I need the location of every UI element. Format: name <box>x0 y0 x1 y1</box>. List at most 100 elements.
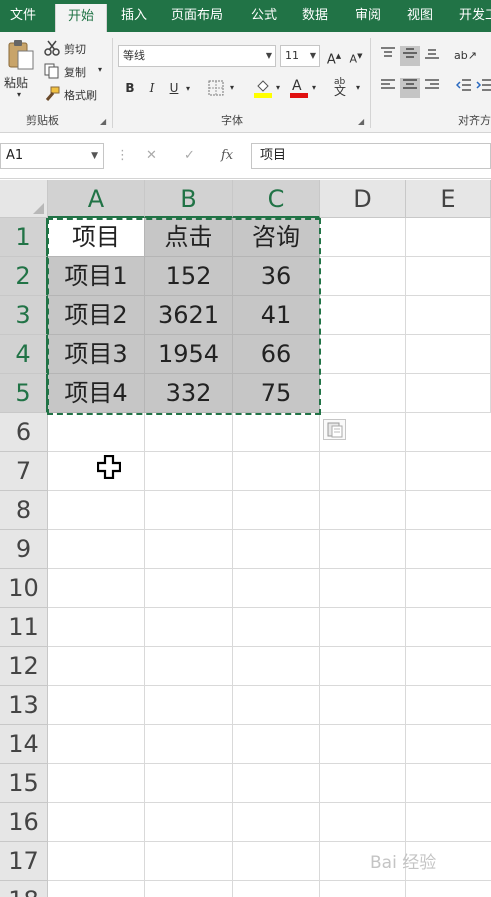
tab-page-layout[interactable]: 页面布局 <box>171 0 223 32</box>
underline-dropdown-icon[interactable]: ▾ <box>186 84 190 93</box>
row-header-16[interactable]: 16 <box>0 803 48 842</box>
cell-d4[interactable] <box>320 335 406 374</box>
cell-a1[interactable]: 项目 <box>48 218 145 257</box>
phonetic-button[interactable]: ab 文 ▾ <box>334 78 366 100</box>
row-header-5[interactable]: 5 <box>0 374 48 413</box>
paste-button[interactable]: 粘贴 ▾ <box>4 40 38 102</box>
copy-icon <box>44 63 59 79</box>
cell-e1[interactable] <box>406 218 491 257</box>
row-header-17[interactable]: 17 <box>0 842 48 881</box>
italic-button[interactable]: I <box>142 78 162 98</box>
cell-b4[interactable]: 1954 <box>145 335 233 374</box>
tab-data[interactable]: 数据 <box>302 0 328 32</box>
chevron-down-icon: ▾ <box>276 83 281 92</box>
cell-d2[interactable] <box>320 257 406 296</box>
row-header-2[interactable]: 2 <box>0 257 48 296</box>
row-header-1[interactable]: 1 <box>0 218 48 257</box>
row-header-3[interactable]: 3 <box>0 296 48 335</box>
cell-e4[interactable] <box>406 335 491 374</box>
cell-a2[interactable]: 项目1 <box>48 257 145 296</box>
insert-function-icon[interactable]: fx <box>221 143 233 169</box>
row-header-4[interactable]: 4 <box>0 335 48 374</box>
cell-a3[interactable]: 项目2 <box>48 296 145 335</box>
copy-button[interactable]: 复制 ▾ <box>44 63 106 81</box>
row-header-10[interactable]: 10 <box>0 569 48 608</box>
font-color-button[interactable]: A ▾ <box>290 78 322 100</box>
cell-b5[interactable]: 332 <box>145 374 233 413</box>
align-middle-icon[interactable] <box>400 46 420 66</box>
align-left-icon[interactable] <box>378 78 398 98</box>
align-bottom-icon[interactable] <box>422 46 442 66</box>
tab-file[interactable]: 文件 <box>10 0 36 32</box>
clipboard-launcher-icon[interactable]: ◢ <box>100 117 106 126</box>
fill-color-button[interactable]: ▾ <box>254 78 286 100</box>
font-size-select[interactable]: 11 ▼ <box>280 45 320 67</box>
cell-b2[interactable]: 152 <box>145 257 233 296</box>
increase-indent-icon[interactable] <box>474 78 491 98</box>
cell-c1[interactable]: 咨询 <box>233 218 320 257</box>
format-painter-button[interactable]: 格式刷 <box>44 86 106 104</box>
tab-home[interactable]: 开始 <box>55 4 107 32</box>
shrink-font-icon[interactable]: A▼ <box>346 46 366 66</box>
column-header-a[interactable]: A <box>48 180 145 218</box>
row-header-8[interactable]: 8 <box>0 491 48 530</box>
column-header-e[interactable]: E <box>406 180 491 218</box>
cancel-icon[interactable]: ✕ <box>146 143 157 169</box>
format-painter-label: 格式刷 <box>64 89 97 102</box>
tab-review[interactable]: 审阅 <box>355 0 381 32</box>
row-header-9[interactable]: 9 <box>0 530 48 569</box>
column-header-c[interactable]: C <box>233 180 320 218</box>
cell-c2[interactable]: 36 <box>233 257 320 296</box>
font-size-value: 11 <box>285 49 299 62</box>
decrease-indent-icon[interactable] <box>454 78 474 98</box>
cell-d3[interactable] <box>320 296 406 335</box>
tab-formulas[interactable]: 公式 <box>251 0 277 32</box>
cell-b1[interactable]: 点击 <box>145 218 233 257</box>
cell-c4[interactable]: 66 <box>233 335 320 374</box>
bold-button[interactable]: B <box>120 78 140 98</box>
name-box[interactable]: A1 ▼ <box>0 143 104 169</box>
cut-button[interactable]: 剪切 <box>44 40 94 58</box>
cell-e5[interactable] <box>406 374 491 413</box>
align-right-icon[interactable] <box>422 78 442 98</box>
row-header-6[interactable]: 6 <box>0 413 48 452</box>
cell-a5[interactable]: 项目4 <box>48 374 145 413</box>
empty-cells-area[interactable] <box>48 413 491 897</box>
cell-c5[interactable]: 75 <box>233 374 320 413</box>
row-header-13[interactable]: 13 <box>0 686 48 725</box>
grow-font-icon[interactable]: A▲ <box>324 46 344 67</box>
cell-e2[interactable] <box>406 257 491 296</box>
column-header-d[interactable]: D <box>320 180 406 218</box>
row-header-15[interactable]: 15 <box>0 764 48 803</box>
border-button[interactable]: ▾ <box>208 80 240 98</box>
row-header-18[interactable]: 18 <box>0 881 48 897</box>
font-color-icon: A <box>292 78 302 94</box>
cell-b3[interactable]: 3621 <box>145 296 233 335</box>
row-header-11[interactable]: 11 <box>0 608 48 647</box>
tab-view[interactable]: 视图 <box>407 0 433 32</box>
row-header-12[interactable]: 12 <box>0 647 48 686</box>
font-launcher-icon[interactable]: ◢ <box>358 117 364 126</box>
cell-a4[interactable]: 项目3 <box>48 335 145 374</box>
enter-check-icon[interactable]: ✓ <box>184 143 195 169</box>
column-header-b[interactable]: B <box>145 180 233 218</box>
orientation-icon[interactable]: ab↗ <box>454 46 477 66</box>
select-all-button[interactable] <box>0 180 48 218</box>
cell-d5[interactable] <box>320 374 406 413</box>
tab-developer[interactable]: 开发工 <box>459 0 491 32</box>
font-name-select[interactable]: 等线 ▼ <box>118 45 276 67</box>
tab-insert[interactable]: 插入 <box>121 0 147 32</box>
row-header-14[interactable]: 14 <box>0 725 48 764</box>
align-top-icon[interactable] <box>378 46 398 66</box>
worksheet-grid[interactable]: A B C D E 1 2 3 4 5 6 7 8 9 10 11 12 13 … <box>0 180 491 897</box>
align-center-icon[interactable] <box>400 78 420 98</box>
paste-options-button[interactable] <box>323 419 346 440</box>
cell-c3[interactable]: 41 <box>233 296 320 335</box>
cell-e3[interactable] <box>406 296 491 335</box>
chevron-down-icon: ▼ <box>265 51 272 60</box>
cut-label: 剪切 <box>64 43 86 56</box>
formula-input[interactable]: 项目 <box>251 143 491 169</box>
underline-button[interactable]: U <box>164 78 184 98</box>
cell-d1[interactable] <box>320 218 406 257</box>
row-header-7[interactable]: 7 <box>0 452 48 491</box>
